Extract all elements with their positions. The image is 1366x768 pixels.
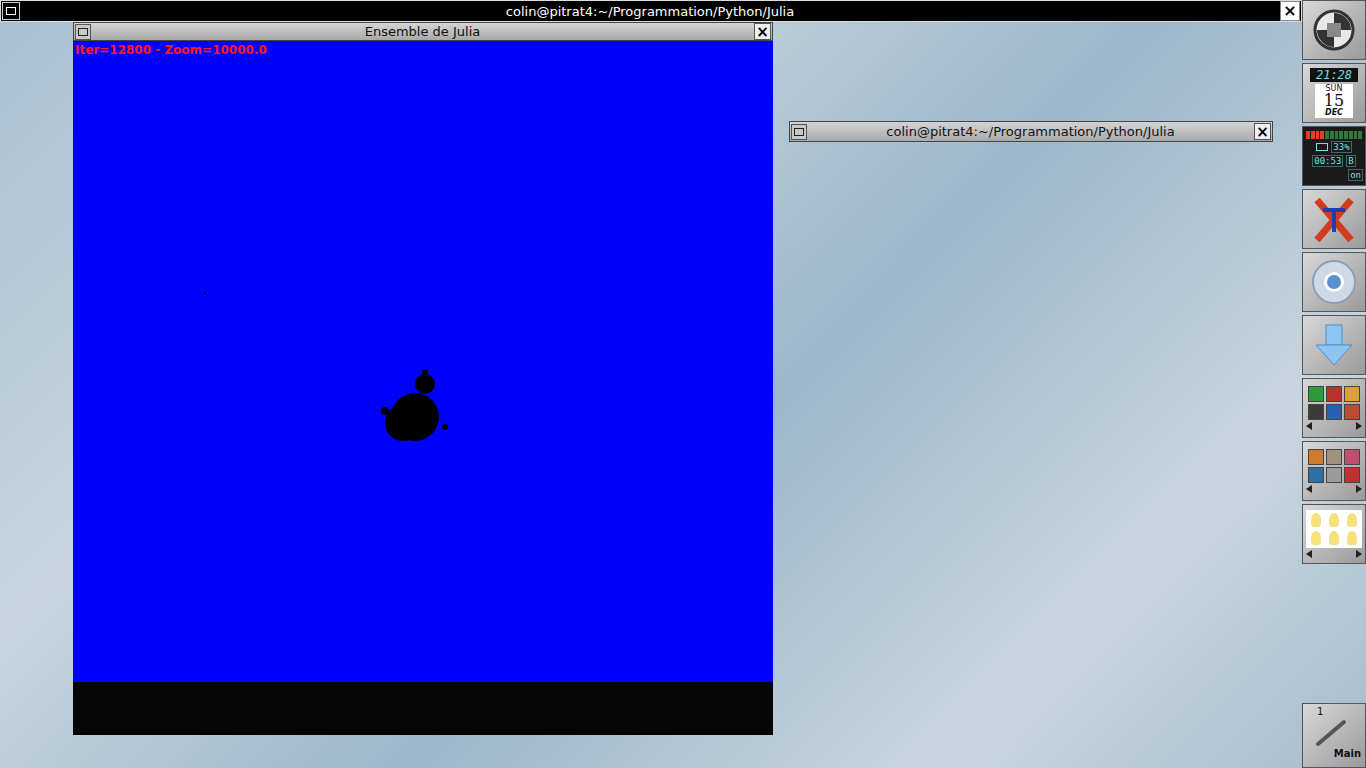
download-launcher[interactable] — [1302, 315, 1366, 375]
meter-segment — [1344, 131, 1348, 139]
workspace-switcher[interactable]: 1 Main — [1302, 703, 1366, 768]
icon-grid — [1308, 449, 1360, 483]
battery-row: 33% — [1316, 141, 1351, 153]
meter-segment — [1339, 131, 1343, 139]
close-button[interactable]: × — [1254, 123, 1271, 140]
meter-segment — [1325, 131, 1329, 139]
dock: 21:28 SUN 15 DEC 33% 00:53 B on 1 Main — [1302, 0, 1366, 768]
julia-window[interactable]: Ensemble de Julia × Iter=12800 - Zoom=10… — [73, 22, 773, 735]
time-row: 00:53 B — [1312, 155, 1356, 167]
meter-segment — [1354, 131, 1358, 139]
dock-main-tile[interactable] — [1302, 0, 1366, 60]
minimize-button[interactable] — [75, 24, 91, 40]
iteration-zoom-label: Iter=12800 - Zoom=10000.0 — [75, 43, 267, 57]
battery-applet[interactable]: 33% 00:53 B on — [1302, 126, 1366, 186]
lightbulb-icon[interactable] — [1329, 531, 1339, 545]
lightbulb-icon[interactable] — [1311, 531, 1321, 545]
clock-time: 21:28 — [1310, 68, 1358, 82]
minimize-button[interactable] — [2, 2, 20, 20]
minimize-icon — [6, 7, 16, 15]
app-icon[interactable] — [1308, 467, 1324, 483]
window-title: colin@pitrat4:~/Programmation/Python/Jul… — [807, 124, 1254, 139]
weekday: SUN — [1326, 85, 1343, 93]
lightbulb-icon[interactable] — [1329, 513, 1339, 527]
fractal-shape — [73, 41, 773, 682]
paperclip-icon — [1314, 718, 1354, 748]
app-icon[interactable] — [1308, 404, 1324, 420]
workspace-number: 1 — [1317, 706, 1323, 717]
lightbulb-grid[interactable] — [1302, 504, 1366, 564]
right-arrow-icon[interactable] — [1356, 550, 1362, 558]
calendar: SUN 15 DEC — [1315, 84, 1353, 118]
dock-logo-icon — [1312, 8, 1356, 52]
shaded-terminal-titlebar[interactable]: colin@pitrat4:~/Programmation/Python/Jul… — [789, 121, 1273, 142]
right-arrow-icon[interactable] — [1356, 485, 1362, 493]
app-icon[interactable] — [1326, 404, 1342, 420]
icon-grid — [1306, 510, 1362, 548]
xterm-launcher[interactable] — [1302, 189, 1366, 249]
power-status: on — [1348, 169, 1363, 181]
app-icon[interactable] — [1326, 449, 1342, 465]
app-icon[interactable] — [1326, 386, 1342, 402]
workspace-name: Main — [1334, 748, 1361, 759]
browser-launcher[interactable] — [1302, 252, 1366, 312]
window-title: colin@pitrat4:~/Programmation/Python/Jul… — [20, 4, 1280, 19]
app-icon[interactable] — [1344, 404, 1360, 420]
close-button[interactable]: × — [1280, 1, 1300, 21]
app-icon[interactable] — [1308, 386, 1324, 402]
launcher-grid[interactable] — [1302, 378, 1366, 438]
close-button[interactable]: × — [754, 23, 771, 40]
meter-segment — [1335, 131, 1339, 139]
battery-percent: 33% — [1331, 141, 1351, 153]
app-icon[interactable] — [1308, 449, 1324, 465]
clock-applet[interactable]: 21:28 SUN 15 DEC — [1302, 63, 1366, 123]
launcher-grid[interactable] — [1302, 441, 1366, 501]
month: DEC — [1325, 109, 1343, 117]
terminal-titlebar[interactable]: colin@pitrat4:~/Programmation/Python/Jul… — [0, 0, 1302, 22]
meter-segment — [1306, 131, 1310, 139]
app-icon[interactable] — [1344, 449, 1360, 465]
battery-icon — [1316, 143, 1328, 151]
grid-arrows — [1306, 485, 1362, 493]
chrome-icon — [1310, 258, 1358, 306]
meter-segment — [1311, 131, 1315, 139]
left-arrow-icon[interactable] — [1306, 485, 1312, 493]
app-icon[interactable] — [1344, 386, 1360, 402]
window-title: Ensemble de Julia — [91, 24, 754, 39]
lightbulb-icon[interactable] — [1347, 531, 1357, 545]
meter-segment — [1320, 131, 1324, 139]
black-strip — [73, 682, 773, 735]
meter-segment — [1330, 131, 1334, 139]
time-left: 00:53 — [1312, 155, 1343, 167]
left-arrow-icon[interactable] — [1306, 550, 1312, 558]
minimize-icon — [78, 28, 88, 36]
meter-segment — [1358, 131, 1362, 139]
right-arrow-icon[interactable] — [1356, 422, 1362, 430]
lightbulb-icon[interactable] — [1347, 513, 1357, 527]
desktop: colin@pitrat4:~/Programmation/Python/Jul… — [0, 0, 1366, 768]
minimize-button[interactable] — [791, 124, 807, 140]
meter-segment — [1349, 131, 1353, 139]
power-mode: B — [1346, 155, 1355, 167]
icon-grid — [1308, 386, 1360, 420]
download-arrow-icon — [1312, 321, 1356, 369]
grid-arrows — [1306, 550, 1362, 558]
lightbulb-icon[interactable] — [1311, 513, 1321, 527]
grid-arrows — [1306, 422, 1362, 430]
app-icon[interactable] — [1344, 467, 1360, 483]
fractal-canvas[interactable]: Iter=12800 - Zoom=10000.0 — [73, 41, 773, 682]
left-arrow-icon[interactable] — [1306, 422, 1312, 430]
meter-segment — [1316, 131, 1320, 139]
day: 15 — [1324, 93, 1344, 109]
x-logo-icon — [1309, 194, 1359, 244]
minimize-icon — [794, 128, 804, 136]
julia-titlebar[interactable]: Ensemble de Julia × — [73, 22, 773, 41]
battery-meter — [1306, 131, 1362, 139]
app-icon[interactable] — [1326, 467, 1342, 483]
